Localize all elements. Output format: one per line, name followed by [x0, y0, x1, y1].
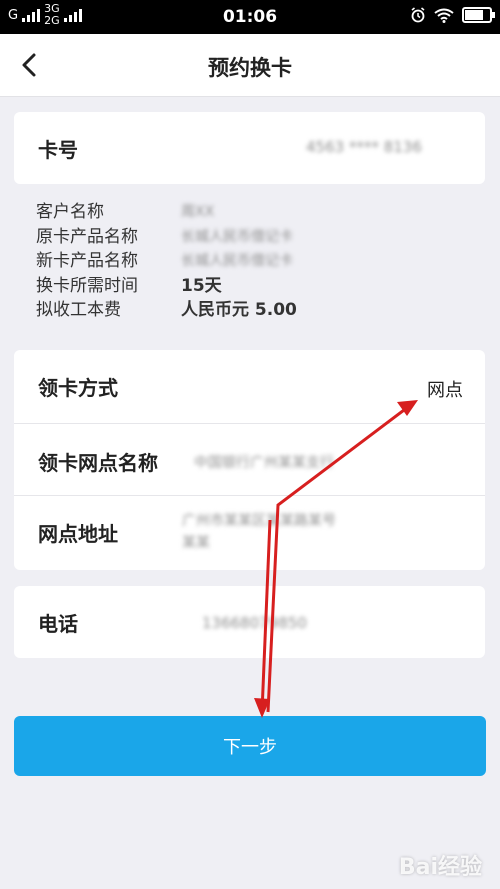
info-row-new-product: 新卡产品名称 长城人民币借记卡	[36, 249, 297, 274]
info-value: 15天	[181, 275, 222, 296]
card-number-value: 4563 **** 8136	[306, 138, 422, 156]
info-value: 人民币元 5.00	[181, 300, 297, 320]
row-divider	[14, 495, 485, 496]
pickup-card: 领卡方式 网点 领卡网点名称 中国银行广州某某支行 网点地址 广州市某某区某某路…	[14, 350, 485, 570]
info-row-old-product: 原卡产品名称 长城人民币借记卡	[36, 225, 297, 250]
status-right	[410, 7, 495, 23]
pickup-branch-label: 领卡网点名称	[38, 451, 158, 475]
info-key: 客户名称	[36, 202, 104, 222]
info-row-customer: 客户名称 周XX	[36, 200, 297, 225]
info-value: 长城人民币借记卡	[181, 253, 293, 269]
pickup-method-label: 领卡方式	[38, 376, 118, 400]
info-key: 拟收工本费	[36, 300, 121, 320]
next-step-button[interactable]: 下一步	[14, 716, 486, 776]
pickup-method-row[interactable]: 领卡方式 网点	[14, 350, 485, 422]
info-value: 周XX	[181, 204, 215, 220]
card-number-label: 卡号	[38, 138, 78, 162]
pickup-address-value: 广州市某某区某某路某号	[182, 513, 336, 529]
alarm-icon	[411, 7, 425, 23]
pickup-branch-value: 中国银行广州某某支行	[194, 455, 334, 471]
watermark: Bai经验	[398, 855, 482, 880]
info-value: 长城人民币借记卡	[181, 228, 293, 245]
info-key: 换卡所需时间	[36, 275, 138, 296]
info-row-fee: 拟收工本费 人民币元 5.00	[36, 298, 297, 323]
nav-bar: 预约换卡	[0, 34, 500, 97]
page-title: 预约换卡	[208, 56, 292, 80]
phone-value: 13668079850	[202, 614, 307, 632]
phone-label: 电话	[38, 612, 78, 636]
wifi-icon	[434, 8, 454, 23]
pickup-address-value-2: 某某	[182, 535, 210, 551]
pickup-address-row: 网点地址 广州市某某区某某路某号 某某	[14, 496, 485, 570]
pickup-method-value: 网点	[427, 380, 463, 401]
pickup-address-label: 网点地址	[38, 522, 118, 546]
info-key: 新卡产品名称	[36, 251, 138, 271]
row-divider	[14, 423, 485, 424]
battery-icon	[462, 7, 495, 23]
phone-row[interactable]: 电话 13668079850	[14, 586, 485, 658]
card-number-row: 卡号 4563 **** 8136	[14, 112, 485, 184]
info-key: 原卡产品名称	[36, 226, 138, 247]
pickup-branch-row[interactable]: 领卡网点名称 中国银行广州某某支行	[14, 424, 485, 494]
info-row-duration: 换卡所需时间 15天	[36, 274, 297, 299]
status-bar: G 3G 2G 01:06	[0, 0, 500, 34]
card-info-list: 客户名称 周XX 原卡产品名称 长城人民币借记卡 新卡产品名称 长城人民币借记卡…	[36, 200, 297, 323]
